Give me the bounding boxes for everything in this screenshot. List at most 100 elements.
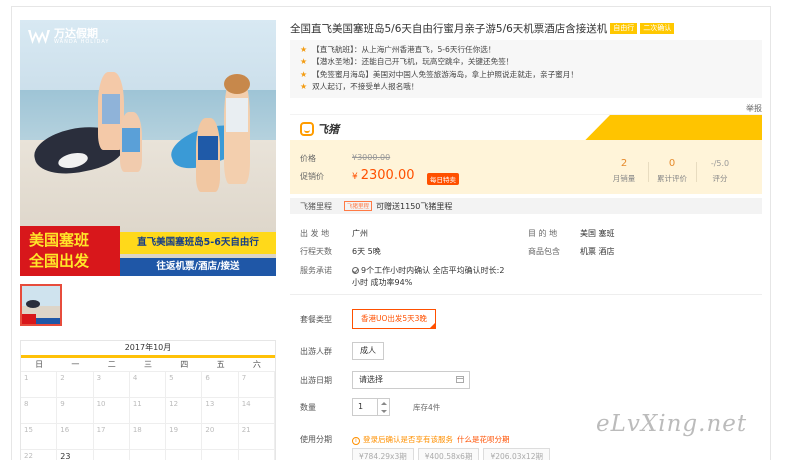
calendar-day[interactable]: 20 xyxy=(202,424,239,450)
highlight-item: ★ 【直飞航班】：从上海广州香港直飞，5-6天行任你选！ xyxy=(300,44,496,54)
review-count[interactable]: 0 累计评价 xyxy=(650,158,694,184)
calendar-day[interactable]: 3 xyxy=(93,372,130,398)
calendar-day[interactable]: 22 xyxy=(21,450,58,460)
star-icon: ★ xyxy=(300,69,308,79)
report-link[interactable]: 举报 xyxy=(746,103,762,114)
destination-value: 美国 塞班 xyxy=(580,229,615,238)
section-divider xyxy=(290,294,762,295)
calendar-day xyxy=(166,450,203,460)
traveler-group-label: 出游人群 xyxy=(300,347,332,356)
installment-options: ¥784.29x3期 ¥400.58x6期 ¥206.03x12期 xyxy=(352,448,554,460)
site-watermark: eLvXing.net xyxy=(596,411,748,437)
person-boy xyxy=(196,118,220,192)
highlight-item: ★ 【免签蜜月海岛】美国对中国人免签旅游海岛，拿上护照说走就走，亲子蜜月！ xyxy=(300,69,578,79)
calendar-grid: 1 2 3 4 5 6 7 8 9 10 11 12 13 14 15 16 17 18 19 20 21 22 23 xyxy=(21,372,275,460)
calendar-day[interactable]: 7 xyxy=(238,372,275,398)
fliggy-miles-row: 飞猪里程 飞猪里程 可赠送1150飞猪里程 xyxy=(290,198,762,214)
product-title-row: 全国直飞美国塞班岛5/6天自由行蜜月亲子游5/6天机票酒店含接送机 自由行 二次… xyxy=(290,20,760,36)
product-thumbnail[interactable] xyxy=(20,284,62,326)
calendar-day[interactable]: 16 xyxy=(57,424,94,450)
fliggy-brand-bar: 飞猪 xyxy=(290,114,762,141)
miles-badge: 飞猪里程 xyxy=(344,201,373,211)
star-icon: ★ xyxy=(300,44,308,54)
fliggy-logo: 飞猪 xyxy=(300,121,339,137)
service-promise-line1: 9个工作小时内确认 全店平均确认时长:2 xyxy=(352,265,504,276)
departure-calendar: 2017年10月 日 一 二 三 四 五 六 1 2 3 4 5 6 7 8 9 10 11 12 13… xyxy=(20,340,276,460)
calendar-day xyxy=(94,450,130,460)
service-promise-label: 服务承诺 xyxy=(300,266,332,275)
trip-days-value: 6天 5晚 xyxy=(352,247,381,256)
calendar-day[interactable]: 1 xyxy=(21,372,58,398)
daily-sale-badge: 每日特卖 xyxy=(427,173,459,185)
calendar-day xyxy=(202,450,239,460)
travel-date-input[interactable]: 请选择 xyxy=(352,371,470,389)
includes-value: 机票 酒店 xyxy=(580,247,615,256)
tag-reconfirm: 二次确认 xyxy=(640,22,675,34)
calendar-day xyxy=(130,450,167,460)
product-highlights: ★ 【直飞航班】：从上海广州香港直飞，5-6天行任你选！ ★ 【潜水圣地】：还能自己… xyxy=(290,40,762,98)
person-woman xyxy=(224,74,250,184)
monthly-sales: 2 月销量 xyxy=(612,158,636,183)
price-panel: 价格 ¥3000.00 促销价 ¥2300.00 每日特卖 2 月销量 0 累计… xyxy=(290,140,762,194)
calendar-day[interactable]: 13 xyxy=(202,398,239,424)
calendar-day[interactable]: 11 xyxy=(129,398,167,424)
service-promise-line2: 小时 成功率94% xyxy=(352,278,413,287)
installment-help-link[interactable]: 什么是花呗分期 xyxy=(457,435,510,444)
banner-includes: 往返机票/酒店/接送 xyxy=(120,258,276,276)
banner-destination: 美国塞班 全国出发 xyxy=(20,226,120,276)
calendar-day[interactable]: 23 xyxy=(57,450,94,460)
original-price: ¥3000.00 xyxy=(352,153,391,162)
highlight-item: ★ 【潜水圣地】：还能自己开飞机，玩高空跳伞，关键还免签！ xyxy=(300,57,514,67)
banner-route: 直飞美国塞班岛5-6天自由行 xyxy=(120,232,276,254)
calendar-day[interactable]: 21 xyxy=(238,424,275,450)
tag-free-travel: 自由行 xyxy=(610,22,638,34)
stepper-up-icon[interactable] xyxy=(378,399,389,407)
quantity-input[interactable]: 1 xyxy=(352,398,378,416)
calendar-day[interactable]: 5 xyxy=(166,372,203,398)
promo-price: ¥2300.00 xyxy=(352,168,415,183)
calendar-day xyxy=(239,450,275,460)
star-icon: ★ xyxy=(300,82,308,92)
installment-option-3[interactable]: ¥784.29x3期 xyxy=(352,448,414,460)
fliggy-logo-icon xyxy=(300,122,314,136)
highlight-item: ★ 双人起订，不接受单人报名哦！ xyxy=(300,82,419,92)
product-title: 全国直飞美国塞班岛5/6天自由行蜜月亲子游5/6天机票酒店含接送机 xyxy=(290,22,608,35)
person-girl xyxy=(120,112,142,172)
product-main-image[interactable]: 万达假期 WANDA HOLIDAY 美国塞班 全国出发 直飞美国塞班岛5-6天… xyxy=(20,20,276,276)
trip-days-label: 行程天数 xyxy=(300,247,332,256)
departure-value: 广州 xyxy=(352,229,368,238)
installment-option-12[interactable]: ¥206.03x12期 xyxy=(483,448,550,460)
calendar-day[interactable]: 19 xyxy=(166,424,203,450)
calendar-icon xyxy=(456,376,464,383)
wanda-logo-icon xyxy=(28,30,50,44)
package-option-selected[interactable]: 香港UO出发5天3晚 xyxy=(352,309,436,329)
calendar-month: 2017年10月 xyxy=(124,343,172,352)
calendar-day[interactable]: 6 xyxy=(202,372,239,398)
wanda-holiday-logo: 万达假期 WANDA HOLIDAY xyxy=(28,28,109,46)
includes-label: 商品包含 xyxy=(528,247,560,256)
info-icon: i xyxy=(352,437,360,445)
calendar-day[interactable]: 14 xyxy=(238,398,275,424)
package-type-label: 套餐类型 xyxy=(300,315,332,324)
calendar-day[interactable]: 9 xyxy=(57,398,94,424)
calendar-day[interactable]: 8 xyxy=(21,398,58,424)
calendar-day[interactable]: 18 xyxy=(129,424,167,450)
star-icon: ★ xyxy=(300,57,308,67)
calendar-day[interactable]: 15 xyxy=(21,424,58,450)
quantity-stepper[interactable] xyxy=(378,398,390,416)
calendar-day[interactable]: 2 xyxy=(57,372,94,398)
calendar-weekdays: 日 一 二 三 四 五 六 xyxy=(21,358,275,372)
quantity-label: 数量 xyxy=(300,403,316,412)
price-label: 价格 xyxy=(300,154,316,163)
installment-note: i 登录后确认是否享有该服务 什么是花呗分期 xyxy=(352,434,510,445)
traveler-group-option[interactable]: 成人 xyxy=(352,342,384,360)
stepper-down-icon[interactable] xyxy=(378,407,389,415)
promo-price-label: 促销价 xyxy=(300,172,324,181)
calendar-day[interactable]: 17 xyxy=(93,424,130,450)
departure-label: 出 发 地 xyxy=(300,229,330,238)
travel-date-label: 出游日期 xyxy=(300,376,332,385)
calendar-day[interactable]: 4 xyxy=(129,372,167,398)
calendar-day[interactable]: 12 xyxy=(166,398,203,424)
installment-option-6[interactable]: ¥400.58x6期 xyxy=(417,448,480,460)
calendar-day[interactable]: 10 xyxy=(93,398,130,424)
